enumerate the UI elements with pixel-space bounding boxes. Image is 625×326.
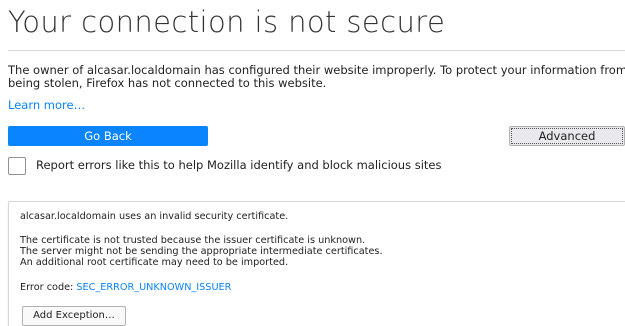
add-exception-button[interactable]: Add Exception… bbox=[22, 306, 126, 326]
go-back-button[interactable]: Go Back bbox=[8, 126, 208, 146]
page-title: Your connection is not secure bbox=[8, 5, 446, 39]
report-errors-label: Report errors like this to help Mozilla … bbox=[36, 158, 442, 172]
error-description: The owner of alcasar.localdomain has con… bbox=[8, 63, 625, 90]
error-code-link[interactable]: SEC_ERROR_UNKNOWN_ISSUER bbox=[76, 282, 231, 293]
advanced-button[interactable]: Advanced bbox=[509, 126, 625, 146]
error-code-row: Error code: SEC_ERROR_UNKNOWN_ISSUER bbox=[20, 282, 231, 293]
report-errors-checkbox[interactable] bbox=[8, 157, 26, 175]
certificate-reason-line: The server might not be sending the appr… bbox=[20, 246, 383, 257]
certificate-summary: alcasar.localdomain uses an invalid secu… bbox=[20, 211, 289, 222]
error-code-label: Error code: bbox=[20, 282, 77, 293]
certificate-reason-line: The certificate is not trusted because t… bbox=[20, 235, 366, 246]
certificate-error-page: Your connection is not secure The owner … bbox=[0, 0, 625, 326]
certificate-reason-line: An additional root certificate may need … bbox=[20, 257, 289, 268]
learn-more-link[interactable]: Learn more… bbox=[8, 98, 85, 112]
advanced-panel: alcasar.localdomain uses an invalid secu… bbox=[8, 201, 625, 326]
title-divider bbox=[8, 50, 625, 51]
